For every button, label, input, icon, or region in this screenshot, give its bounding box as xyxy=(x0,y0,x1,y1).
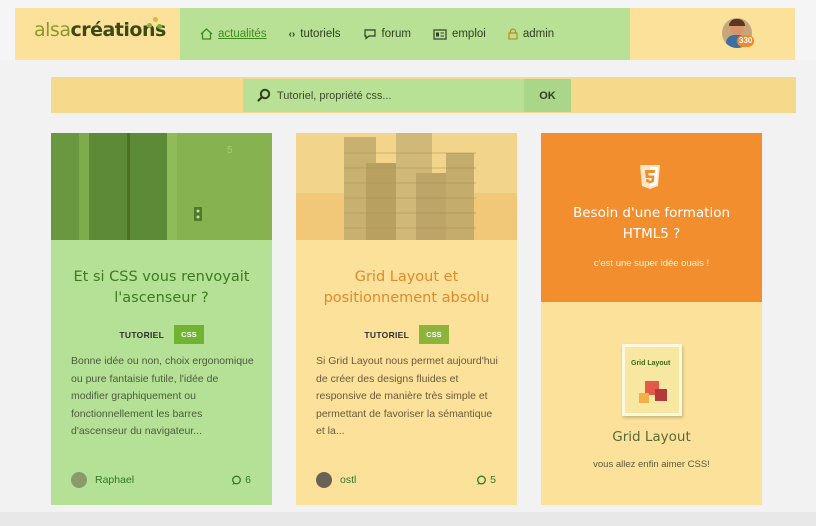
search-submit-button[interactable]: OK xyxy=(524,79,571,112)
article-type: TUTORIEL xyxy=(119,329,165,340)
html5-icon xyxy=(640,165,660,189)
book-title[interactable]: Grid Layout xyxy=(551,429,752,445)
thumbnail-floor-number: 5 xyxy=(227,145,233,156)
comment-count-value: 5 xyxy=(490,474,496,486)
promo-banner[interactable]: Besoin d'une formation HTML5 ? c'est une… xyxy=(541,133,762,302)
cover-block xyxy=(639,393,649,403)
nav-label: forum xyxy=(381,28,411,40)
nav-item-actualites[interactable]: actualités xyxy=(200,28,267,40)
home-icon xyxy=(200,28,213,40)
author-name[interactable]: ostl xyxy=(340,474,476,486)
comment-count[interactable]: 6 xyxy=(231,474,251,486)
user-area xyxy=(630,8,795,60)
article-excerpt: Si Grid Layout nous permet aujourd'hui d… xyxy=(316,355,498,437)
book-cover-image[interactable]: Grid Layout xyxy=(622,344,682,416)
comment-count-value: 6 xyxy=(245,474,251,486)
avatar-hair xyxy=(729,19,745,26)
logo-sparkle-icon xyxy=(147,17,163,31)
book-cover: Grid Layout xyxy=(625,347,679,413)
article-thumbnail xyxy=(296,133,517,240)
article-title[interactable]: Grid Layout et positionnement absolu xyxy=(306,267,507,309)
id-card-icon xyxy=(433,28,447,40)
article-footer: ostl 5 xyxy=(316,471,496,489)
article-card[interactable]: 5 Et si CSS vous renvoyait l'ascenseur ?… xyxy=(51,133,272,505)
search-input[interactable] xyxy=(277,86,517,106)
book-cover-title: Grid Layout xyxy=(631,360,671,367)
article-excerpt: Bonne idée ou non, choix ergonomique ou … xyxy=(71,355,254,437)
nav-label: actualités xyxy=(218,28,267,40)
nav-item-admin[interactable]: admin xyxy=(508,28,554,40)
comment-count[interactable]: 5 xyxy=(476,474,496,486)
article-footer: Raphael 6 xyxy=(71,471,251,489)
nav-label: tutoriels xyxy=(300,28,341,40)
promo-card[interactable]: Besoin d'une formation HTML5 ? c'est une… xyxy=(541,133,762,505)
notification-badge[interactable]: 330 xyxy=(737,35,755,47)
promo-subtitle: c'est une super idée ouais ! xyxy=(593,258,710,269)
article-thumbnail: 5 xyxy=(51,133,272,240)
nav-item-tutoriels[interactable]: ‹› tutoriels xyxy=(289,28,341,40)
code-icon: ‹› xyxy=(288,28,296,40)
article-type: TUTORIEL xyxy=(364,329,410,340)
comment-icon xyxy=(232,475,242,485)
cover-block xyxy=(655,389,667,401)
article-tags: TUTORIEL CSS xyxy=(51,325,272,344)
chat-icon xyxy=(363,29,376,40)
site-header: alsacréations actualités ‹› tutoriels fo… xyxy=(0,0,816,60)
lock-icon xyxy=(508,28,518,40)
article-tags: TUTORIEL CSS xyxy=(296,325,517,344)
nav-label: emploi xyxy=(451,28,486,40)
tag-badge[interactable]: CSS xyxy=(419,325,449,344)
logo-part-1: alsa xyxy=(34,19,71,41)
nav-label: admin xyxy=(522,28,555,40)
main-nav: actualités ‹› tutoriels forum emploi adm… xyxy=(180,8,630,60)
author-avatar xyxy=(71,472,87,488)
article-card[interactable]: Grid Layout et positionnement absolu TUT… xyxy=(296,133,517,505)
author-name[interactable]: Raphael xyxy=(95,474,231,486)
book-subtitle: vous allez enfin aimer CSS! xyxy=(593,459,710,470)
search-icon xyxy=(257,88,271,102)
comment-icon xyxy=(477,475,487,485)
tag-badge[interactable]: CSS xyxy=(174,325,204,344)
nav-item-forum[interactable]: forum xyxy=(363,28,411,40)
author-avatar xyxy=(316,472,332,488)
nav-item-emploi[interactable]: emploi xyxy=(433,28,486,40)
article-title[interactable]: Et si CSS vous renvoyait l'ascenseur ? xyxy=(61,267,262,309)
promo-title: Besoin d'une formation HTML5 ? xyxy=(572,205,731,242)
page-bottom-edge xyxy=(0,512,816,526)
